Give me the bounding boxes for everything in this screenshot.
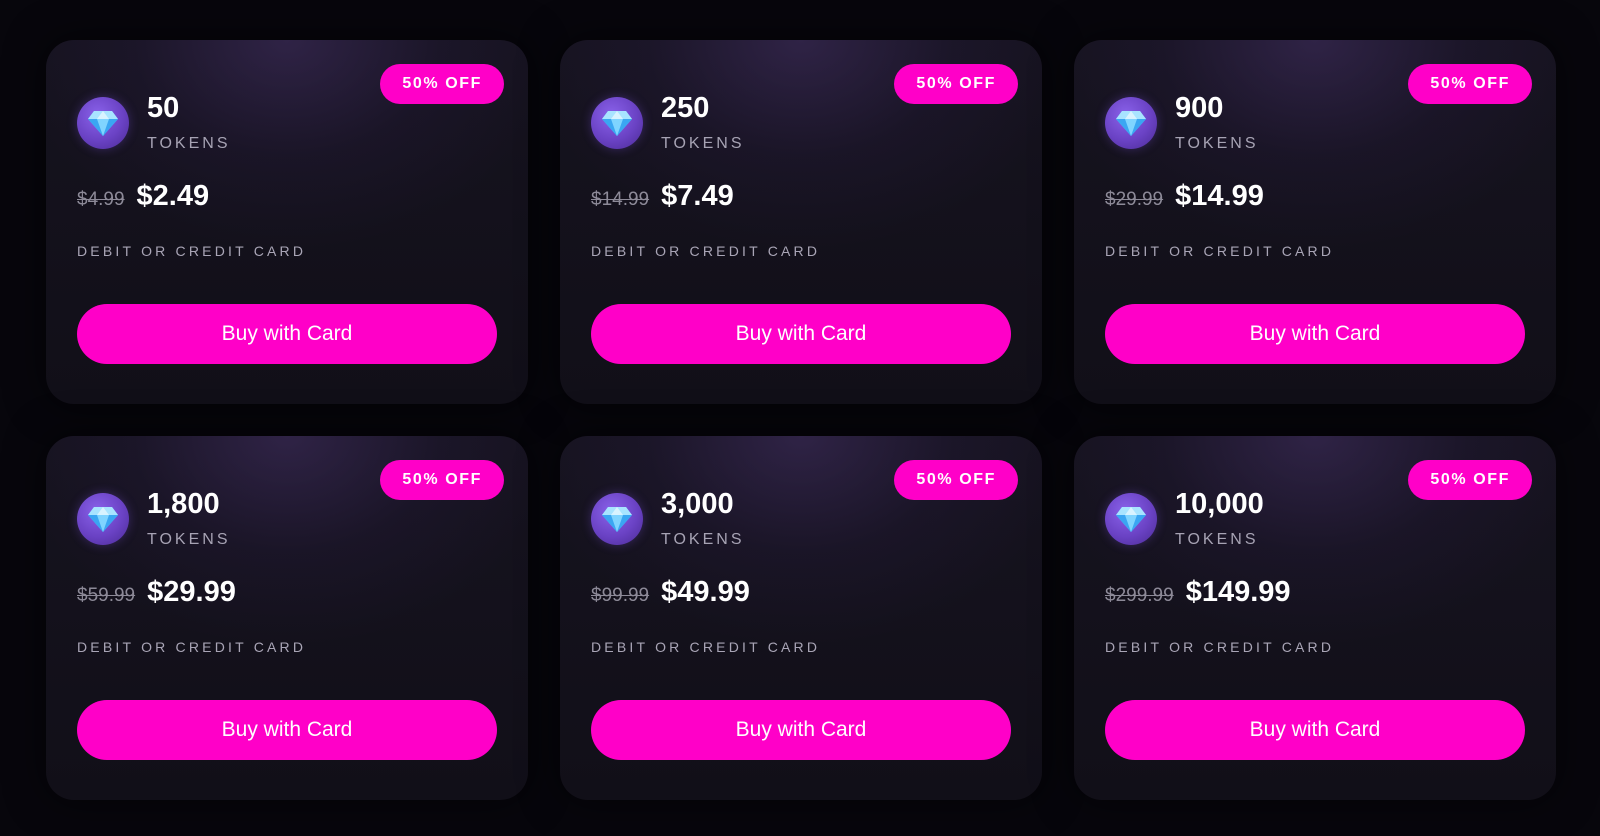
- diamond-icon: [1105, 493, 1157, 545]
- original-price: $4.99: [77, 189, 125, 210]
- price-row: $59.99 $29.99: [77, 576, 236, 609]
- discount-badge: 50% OFF: [894, 64, 1018, 104]
- token-unit-label: TOKENS: [147, 135, 231, 152]
- original-price: $59.99: [77, 585, 136, 606]
- payment-method-label: DEBIT OR CREDIT CARD: [591, 243, 821, 259]
- token-pack-card: 50% OFF 1,800 TOKENS $59.99 $29.99 DEBIT…: [46, 436, 528, 800]
- token-amount: 10,000: [1175, 488, 1264, 520]
- token-unit-label: TOKENS: [661, 531, 745, 548]
- payment-method-label: DEBIT OR CREDIT CARD: [1105, 243, 1335, 259]
- price-row: $299.99 $149.99: [1105, 576, 1291, 609]
- buy-with-card-button[interactable]: Buy with Card: [77, 304, 497, 364]
- discount-badge: 50% OFF: [894, 460, 1018, 500]
- price-row: $14.99 $7.49: [591, 180, 734, 213]
- diamond-icon: [77, 97, 129, 149]
- original-price: $99.99: [591, 585, 650, 606]
- token-amount: 900: [1175, 92, 1224, 124]
- buy-with-card-button[interactable]: Buy with Card: [591, 304, 1011, 364]
- payment-method-label: DEBIT OR CREDIT CARD: [1105, 639, 1335, 655]
- sale-price: $29.99: [147, 576, 236, 608]
- token-amount: 3,000: [661, 488, 734, 520]
- price-row: $29.99 $14.99: [1105, 180, 1264, 213]
- discount-badge: 50% OFF: [1408, 64, 1532, 104]
- payment-method-label: DEBIT OR CREDIT CARD: [77, 639, 307, 655]
- diamond-icon: [77, 493, 129, 545]
- token-pack-card: 50% OFF 10,000 TOKENS $299.99 $149.99 DE…: [1074, 436, 1556, 800]
- original-price: $29.99: [1105, 189, 1164, 210]
- buy-with-card-button[interactable]: Buy with Card: [1105, 700, 1525, 760]
- token-amount: 1,800: [147, 488, 220, 520]
- token-pack-card: 50% OFF 900 TOKENS $29.99 $14.99 DEBIT O…: [1074, 40, 1556, 404]
- original-price: $14.99: [591, 189, 650, 210]
- sale-price: $14.99: [1175, 180, 1264, 212]
- original-price: $299.99: [1105, 585, 1174, 606]
- payment-method-label: DEBIT OR CREDIT CARD: [591, 639, 821, 655]
- discount-badge: 50% OFF: [1408, 460, 1532, 500]
- sale-price: $7.49: [661, 180, 734, 212]
- sale-price: $2.49: [136, 180, 210, 212]
- token-unit-label: TOKENS: [1175, 135, 1259, 152]
- token-packs-grid: 50% OFF 50 TOKENS $4.99 $2.49 DEBIT OR C…: [46, 40, 1556, 800]
- diamond-icon: [1105, 97, 1157, 149]
- token-pack-card: 50% OFF 3,000 TOKENS $99.99 $49.99 DEBIT…: [560, 436, 1042, 800]
- payment-method-label: DEBIT OR CREDIT CARD: [77, 243, 307, 259]
- discount-badge: 50% OFF: [380, 64, 504, 104]
- token-unit-label: TOKENS: [147, 531, 231, 548]
- token-unit-label: TOKENS: [661, 135, 745, 152]
- token-pack-card: 50% OFF 250 TOKENS $14.99 $7.49 DEBIT OR…: [560, 40, 1042, 404]
- diamond-icon: [591, 97, 643, 149]
- buy-with-card-button[interactable]: Buy with Card: [1105, 304, 1525, 364]
- sale-price: $149.99: [1185, 576, 1291, 608]
- token-unit-label: TOKENS: [1175, 531, 1259, 548]
- diamond-icon: [591, 493, 643, 545]
- sale-price: $49.99: [661, 576, 750, 608]
- token-pack-card: 50% OFF 50 TOKENS $4.99 $2.49 DEBIT OR C…: [46, 40, 528, 404]
- buy-with-card-button[interactable]: Buy with Card: [77, 700, 497, 760]
- token-amount: 50: [147, 92, 180, 124]
- price-row: $4.99 $2.49: [77, 180, 209, 213]
- token-amount: 250: [661, 92, 710, 124]
- buy-with-card-button[interactable]: Buy with Card: [591, 700, 1011, 760]
- price-row: $99.99 $49.99: [591, 576, 750, 609]
- discount-badge: 50% OFF: [380, 460, 504, 500]
